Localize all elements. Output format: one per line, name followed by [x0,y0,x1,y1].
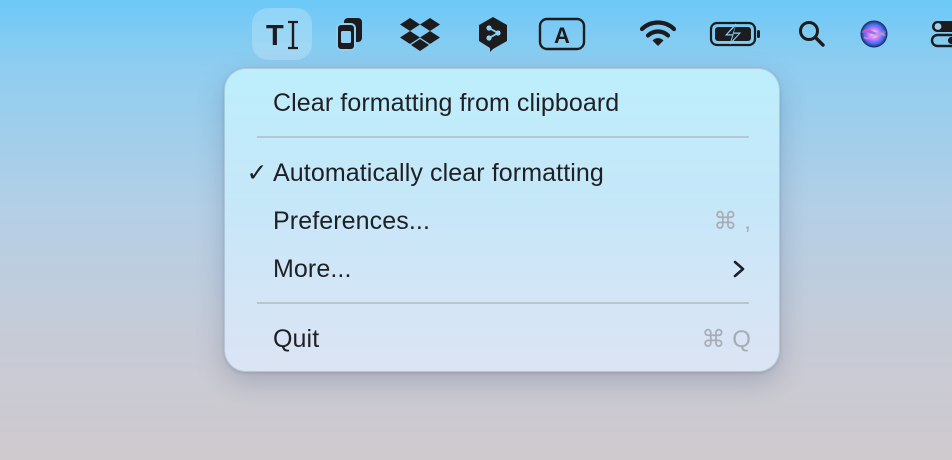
control-center-menu-extra[interactable] [912,8,952,60]
spotlight-menu-extra[interactable] [782,8,842,60]
menu-separator [257,136,749,138]
menu-item-preferences[interactable]: Preferences... ⌘ , [225,201,779,241]
text-cursor-menu-extra[interactable]: T [252,8,312,60]
dropdown-menu: Clear formatting from clipboard ✓ Automa… [224,68,780,372]
svg-text:A: A [554,23,570,48]
keyboard-shortcut: ⌘ , [713,207,751,235]
input-source-icon: A [538,17,586,51]
dropbox-icon [400,18,440,51]
menu-item-label: More... [273,254,352,283]
input-source-menu-extra[interactable]: A [532,8,592,60]
deepl-menu-extra[interactable] [463,8,523,60]
menu-item-clear-formatting[interactable]: Clear formatting from clipboard [225,83,779,123]
wifi-icon [640,20,676,46]
clipboard-menu-extra[interactable] [320,8,380,60]
menu-item-label: Quit [273,324,320,353]
siri-icon [860,20,888,48]
menu-item-quit[interactable]: Quit ⌘ Q [225,319,779,359]
menu-item-label: Automatically clear formatting [273,158,604,187]
menu-separator [257,302,749,304]
wifi-menu-extra[interactable] [628,8,688,60]
search-icon [799,21,825,47]
chevron-right-icon [733,260,745,278]
menu-item-automatically-clear-formatting[interactable]: ✓ Automatically clear formatting [225,153,779,193]
menu-item-label: Clear formatting from clipboard [273,88,620,117]
menu-item-label: Preferences... [273,206,431,235]
keyboard-shortcut: ⌘ Q [701,325,751,353]
clipboard-icon [336,18,362,51]
svg-text:T: T [266,20,284,52]
control-center-icon [930,21,952,48]
siri-menu-extra[interactable] [844,8,904,60]
battery-menu-extra[interactable] [706,8,766,60]
menu-bar: T A [0,0,952,66]
battery-charging-icon [709,21,760,47]
checkmark-icon: ✓ [246,159,268,187]
text-cursor-icon: T [266,20,298,52]
menu-item-more[interactable]: More... [225,249,779,289]
deepl-icon [479,17,507,52]
dropbox-menu-extra[interactable] [390,8,450,60]
